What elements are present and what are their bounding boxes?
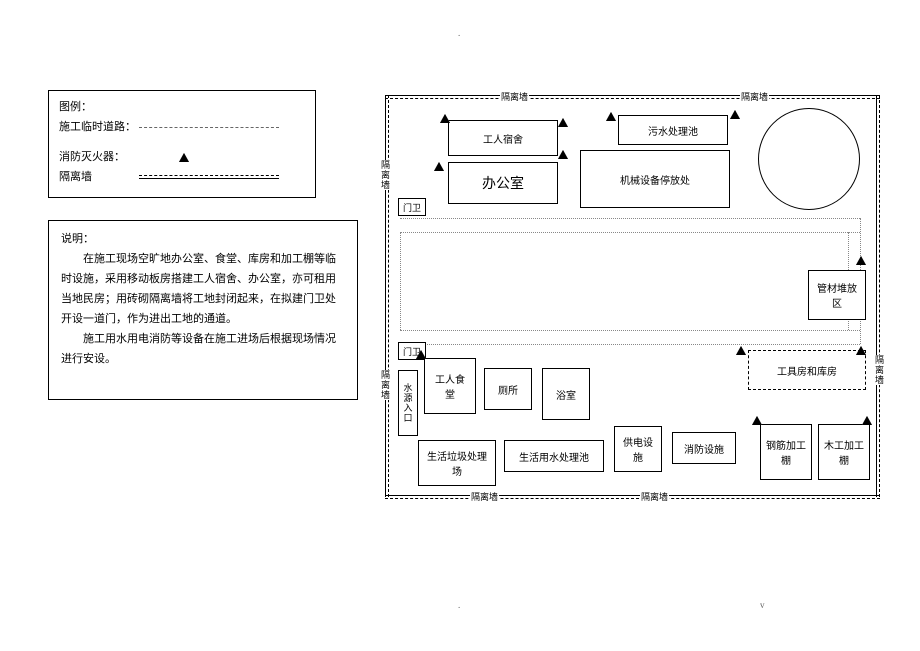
- fire-icon-4: [434, 162, 444, 171]
- building-pipe: 管材堆放区: [808, 270, 866, 320]
- wall-right: [876, 95, 881, 497]
- building-wood-label: 木工加工棚: [824, 437, 864, 467]
- building-rebar-label: 钢筋加工棚: [766, 437, 806, 467]
- building-dorm: 工人宿舍: [448, 120, 558, 156]
- building-bath: 浴室: [542, 368, 590, 420]
- building-sewage: 污水处理池: [618, 115, 728, 145]
- building-pipe-label: 管材堆放区: [817, 280, 857, 310]
- building-toolstore: 工具房和库房: [748, 350, 866, 390]
- building-fire-label: 消防设施: [684, 441, 724, 456]
- legend-box: 图例： 施工临时道路： 消防灭火器： 隔离墙: [48, 90, 316, 198]
- wall-bottom: [385, 495, 880, 500]
- fire-icon-6: [606, 112, 616, 121]
- wall-label-bot1: 隔离墙: [470, 490, 499, 503]
- header-mark: .: [458, 28, 460, 38]
- legend-road-line: [139, 127, 279, 128]
- building-toolstore-label: 工具房和库房: [777, 363, 837, 378]
- fire-icon-1: [440, 114, 450, 123]
- building-sewage-label: 污水处理池: [648, 123, 698, 138]
- building-office-label: 办公室: [482, 173, 524, 193]
- fire-icon-8: [736, 346, 746, 355]
- building-garbage-label: 生活垃圾处理场: [427, 448, 487, 478]
- gate-top-label: 门卫: [403, 201, 421, 214]
- building-rebar: 钢筋加工棚: [760, 424, 812, 480]
- building-canteen: 工人食堂: [424, 358, 476, 414]
- building-toilet-label: 厕所: [498, 382, 518, 397]
- building-dorm-label: 工人宿舍: [483, 131, 523, 146]
- legend-title: 图例：: [59, 97, 139, 117]
- wall-left: [385, 95, 390, 497]
- legend-road-label: 施工临时道路：: [59, 117, 139, 137]
- road-top: [400, 218, 860, 219]
- footer-right-mark: v: [760, 600, 765, 610]
- building-greywater-label: 生活用水处理池: [519, 449, 589, 464]
- building-fire: 消防设施: [672, 432, 736, 464]
- wall-label-left1: 隔离墙: [378, 160, 393, 190]
- road-top2: [400, 232, 860, 233]
- legend-fire-label: 消防灭火器：: [59, 147, 139, 167]
- building-garbage: 生活垃圾处理场: [418, 440, 496, 486]
- page-root: . 图例： 施工临时道路： 消防灭火器： 隔离墙 说明： 在施工现场空旷地办公室…: [0, 0, 920, 651]
- building-power-label: 供电设施: [623, 434, 653, 464]
- mixing-circle: [758, 108, 860, 210]
- building-machinery-label: 机械设备停放处: [620, 172, 690, 187]
- fire-icon-10: [416, 350, 426, 359]
- legend-wall-line: [139, 175, 279, 179]
- road-bot: [400, 330, 860, 331]
- description-title: 说明：: [61, 229, 345, 249]
- water-inlet: 水源入口: [398, 370, 418, 436]
- fire-icon-3: [558, 150, 568, 159]
- wall-label-left2: 隔离墙: [378, 370, 393, 400]
- description-p2: 施工用水用电消防等设备在施工进场后根据现场情况进行安设。: [61, 329, 345, 369]
- legend-fire-icon: [179, 153, 189, 162]
- building-bath-label: 浴室: [556, 387, 576, 402]
- description-p1: 在施工现场空旷地办公室、食堂、库房和加工棚等临时设施，采用移动板房搭建工人宿舍、…: [61, 249, 345, 329]
- fire-icon-11: [752, 416, 762, 425]
- building-power: 供电设施: [614, 426, 662, 472]
- building-office: 办公室: [448, 162, 558, 204]
- legend-wall-label: 隔离墙: [59, 167, 139, 187]
- road-left: [400, 232, 401, 330]
- wall-label-right: 隔离墙: [872, 355, 887, 385]
- building-canteen-label: 工人食堂: [435, 371, 465, 401]
- water-inlet-label: 水源入口: [402, 383, 415, 423]
- building-greywater: 生活用水处理池: [504, 440, 604, 472]
- fire-icon-9: [856, 346, 866, 355]
- wall-label-bot2: 隔离墙: [640, 490, 669, 503]
- wall-label-top1: 隔离墙: [500, 90, 529, 103]
- wall-label-top2: 隔离墙: [740, 90, 769, 103]
- road-bot2: [400, 344, 860, 345]
- fire-icon-7: [856, 256, 866, 265]
- fire-icon-12: [862, 416, 872, 425]
- fire-icon-2: [558, 118, 568, 127]
- gate-top: 门卫: [398, 198, 426, 216]
- building-machinery: 机械设备停放处: [580, 150, 730, 208]
- footer-left-mark: .: [458, 600, 460, 610]
- description-box: 说明： 在施工现场空旷地办公室、食堂、库房和加工棚等临时设施，采用移动板房搭建工…: [48, 220, 358, 400]
- wall-top: [385, 95, 880, 100]
- building-toilet: 厕所: [484, 368, 532, 410]
- fire-icon-5: [730, 110, 740, 119]
- building-wood: 木工加工棚: [818, 424, 870, 480]
